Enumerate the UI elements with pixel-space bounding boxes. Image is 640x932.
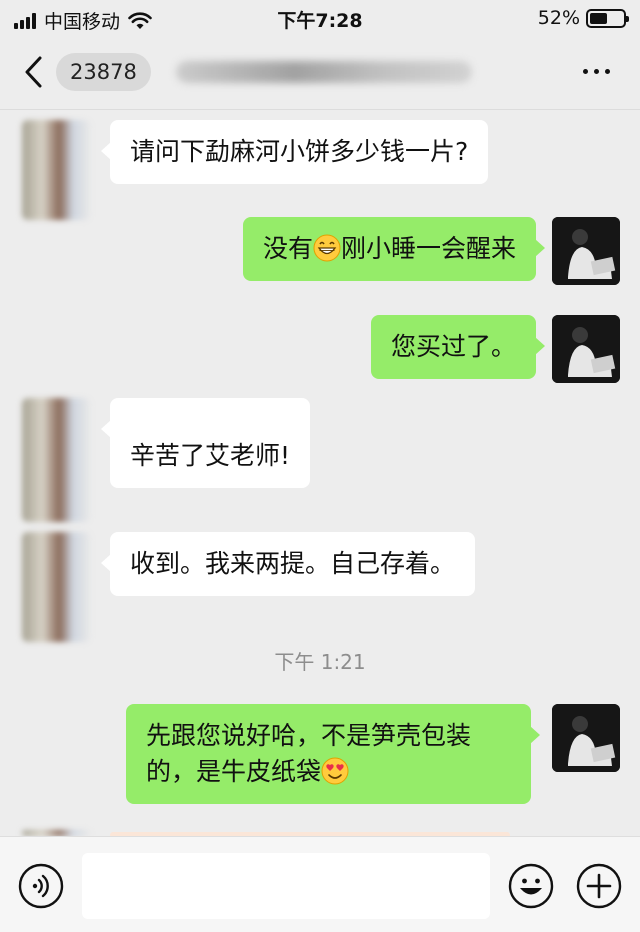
message-text-part: 刚小睡一会醒来	[340, 234, 516, 263]
message-bubble-sent[interactable]: 您买过了。	[370, 315, 546, 379]
voice-icon[interactable]	[18, 863, 64, 909]
message-bubble-sent[interactable]: 先跟您说好哈，不是笋壳包装 的，是牛皮纸袋	[126, 704, 540, 804]
contact-avatar[interactable]	[22, 398, 90, 522]
grinning-face-emoji-icon	[313, 234, 341, 262]
message-bubble-received[interactable]: 请问下勐麻河小饼多少钱一片?	[100, 120, 489, 184]
message-list[interactable]: 请问下勐麻河小饼多少钱一片? 没有 刚小睡一会醒来 您买过了。 辛苦了艾老师! …	[0, 110, 640, 838]
message-text: 请问下勐麻河小饼多少钱一片?	[130, 137, 469, 166]
message-bubble-received[interactable]: 收到。我来两提。自己存着。	[100, 532, 476, 596]
message-text-line-with-emoji: 的，是牛皮纸袋	[146, 754, 511, 790]
chat-header: 23878	[0, 36, 640, 110]
battery-icon	[586, 8, 629, 28]
battery-percent: 52%	[537, 7, 580, 29]
message-text-line: 先跟您说好哈，不是笋壳包装	[146, 721, 472, 750]
more-options-icon[interactable]	[583, 69, 610, 74]
back-chevron-icon[interactable]	[20, 54, 50, 90]
status-bar: 中国移动 下午7:28 52%	[0, 0, 640, 36]
my-avatar[interactable]	[552, 704, 620, 772]
unread-count-badge[interactable]: 23878	[56, 53, 151, 91]
contact-avatar[interactable]	[22, 532, 90, 642]
contact-name-blurred	[176, 61, 472, 83]
message-text-part: 的，是牛皮纸袋	[146, 757, 322, 786]
my-avatar[interactable]	[552, 217, 620, 285]
status-right: 52%	[537, 7, 629, 29]
plus-icon[interactable]	[576, 863, 622, 909]
message-bubble-sent[interactable]: 没有 刚小睡一会醒来	[242, 217, 546, 281]
contact-avatar[interactable]	[22, 120, 90, 220]
message-text: 收到。我来两提。自己存着。	[130, 549, 456, 578]
message-input[interactable]	[82, 853, 490, 919]
timestamp-divider: 下午 1:21	[274, 650, 366, 674]
emoji-face-icon[interactable]	[508, 863, 554, 909]
input-bar	[0, 836, 640, 932]
message-text: 您买过了。	[390, 332, 516, 361]
message-bubble-received[interactable]: 辛苦了艾老师!	[100, 398, 311, 488]
message-text-part: 没有	[262, 234, 313, 263]
message-text: 辛苦了艾老师!	[130, 441, 291, 470]
heart-eyes-emoji-icon	[321, 757, 349, 785]
my-avatar[interactable]	[552, 315, 620, 383]
